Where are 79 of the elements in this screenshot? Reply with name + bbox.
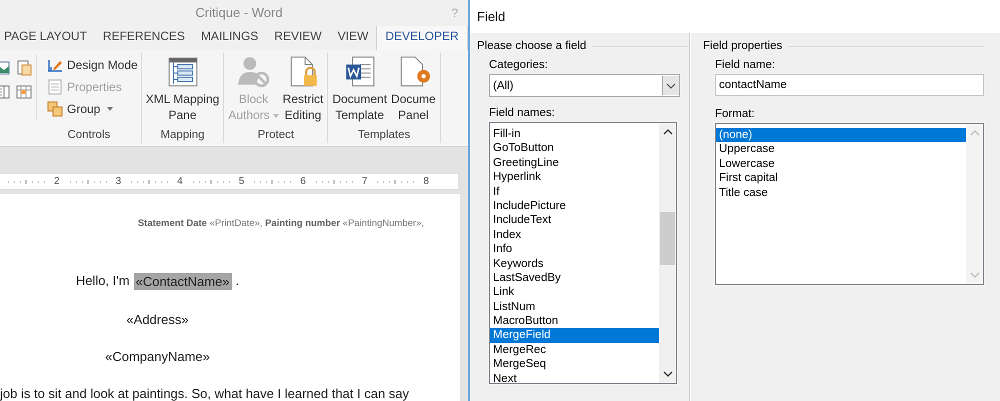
list-item[interactable]: Uppercase bbox=[716, 142, 966, 157]
chevron-down-icon[interactable] bbox=[662, 371, 672, 377]
ribbon-tab[interactable]: REFERENCES bbox=[94, 26, 193, 50]
list-item[interactable]: Link bbox=[490, 285, 659, 300]
list-item[interactable]: IncludeText bbox=[490, 213, 659, 228]
group-label: Controls bbox=[66, 129, 112, 144]
xml-tree-icon bbox=[166, 54, 200, 89]
field-names-list[interactable]: Fill-in GoToButton GreetingLine Hyperlink If IncludePicture IncludeText Index Info Keywords LastSavedBy Link ListNum MacroButton MergeField MergeRec MergeSeq Next bbox=[489, 122, 677, 384]
merge-field[interactable]: «Address» bbox=[126, 312, 189, 327]
group-label: Templates bbox=[356, 129, 412, 144]
ruler-number: 3 bbox=[116, 176, 122, 188]
list-item[interactable]: MergeSeq bbox=[490, 357, 659, 372]
merge-field[interactable]: «CompanyName» bbox=[105, 349, 210, 364]
ribbon-button[interactable]: XML Mapping Pane bbox=[144, 52, 220, 130]
list-item[interactable]: Hyperlink bbox=[490, 170, 659, 185]
group-label: Mapping bbox=[159, 129, 206, 144]
list-item[interactable]: If bbox=[490, 184, 659, 199]
ribbon-button[interactable]: Document Template bbox=[331, 52, 388, 130]
list-item[interactable]: MergeRec bbox=[490, 342, 659, 358]
group-icon bbox=[47, 100, 63, 117]
ruler-number: 6 bbox=[300, 176, 306, 188]
list-item[interactable]: IncludePicture bbox=[490, 198, 659, 214]
window-title: Critique - Word bbox=[195, 5, 283, 20]
group-label: Protect bbox=[256, 129, 296, 144]
field-label: Categories: bbox=[489, 59, 549, 71]
ruler-number: 7 bbox=[362, 176, 368, 188]
scrollbar[interactable] bbox=[659, 123, 676, 383]
body-text: job is to sit and look at paintings. So, what have I learned that I can say bbox=[0, 386, 410, 401]
caret-icon bbox=[272, 114, 279, 118]
format-list[interactable]: (none) Uppercase Lowercase First capital Title case bbox=[715, 123, 984, 285]
chevron-up-icon bbox=[970, 130, 980, 136]
list-item[interactable]: Index bbox=[490, 228, 659, 242]
ribbon-tab[interactable]: PAGE LAYOUT bbox=[0, 26, 95, 50]
list-item[interactable]: Next bbox=[490, 372, 659, 386]
field-label: Field name: bbox=[715, 59, 776, 71]
list-item[interactable]: Info bbox=[490, 242, 659, 257]
list-item[interactable]: LastSavedBy bbox=[490, 270, 659, 286]
categories-dropdown[interactable]: (All) bbox=[489, 74, 680, 97]
caret-icon bbox=[107, 106, 114, 111]
ribbon-button[interactable]: Group bbox=[44, 100, 141, 118]
ribbon-tab[interactable]: MAILINGS bbox=[192, 26, 266, 50]
field-label: Format: bbox=[715, 108, 756, 120]
list-item[interactable]: MergeField bbox=[490, 328, 659, 343]
section-heading: Field properties bbox=[703, 40, 782, 52]
table-control-icon[interactable] bbox=[16, 84, 32, 100]
greeting-text: Hello, I'm bbox=[76, 273, 130, 290]
field-label: Field names: bbox=[489, 107, 556, 119]
list-item[interactable]: First capital bbox=[716, 171, 966, 186]
ribbon-tab[interactable]: REVIEW bbox=[266, 26, 330, 50]
header-text: Statement Date «PrintDate», Painting number «PaintingNumber», bbox=[136, 217, 425, 229]
ribbon-button[interactable]: Restrict Editing bbox=[282, 52, 324, 130]
merge-field[interactable]: «ContactName» bbox=[134, 273, 232, 290]
list-item[interactable]: MacroButton bbox=[490, 314, 659, 328]
ruler-number: 5 bbox=[238, 176, 244, 188]
ruler-number: 2 bbox=[54, 176, 60, 188]
field-name-input[interactable]: contactName bbox=[715, 74, 984, 96]
ribbon-tab[interactable]: VIEW bbox=[330, 26, 376, 50]
list-item[interactable]: ListNum bbox=[490, 300, 659, 314]
list-item[interactable]: Fill-in bbox=[490, 127, 659, 142]
list-item[interactable]: Title case bbox=[716, 186, 966, 200]
list-item[interactable]: (none) bbox=[716, 128, 966, 142]
scroll-thumb[interactable] bbox=[660, 212, 675, 265]
chevron-up-icon[interactable] bbox=[662, 129, 672, 135]
chevron-down-icon bbox=[970, 272, 980, 278]
properties-icon bbox=[47, 78, 63, 95]
list-item[interactable]: GoToButton bbox=[490, 141, 659, 156]
list-item[interactable]: Keywords bbox=[490, 256, 659, 271]
ribbon-button[interactable]: Design Mode bbox=[44, 56, 141, 74]
document-list-icon[interactable] bbox=[16, 60, 32, 76]
ribbon-button[interactable]: Docume Panel bbox=[390, 52, 437, 130]
ruler-number: 8 bbox=[423, 176, 429, 188]
ruler-number: 4 bbox=[177, 176, 183, 188]
section-heading: Please choose a field bbox=[477, 40, 586, 52]
chevron-down-icon bbox=[666, 82, 676, 88]
list-item[interactable]: Lowercase bbox=[716, 156, 966, 172]
period-text: . bbox=[236, 273, 240, 290]
list-item[interactable]: GreetingLine bbox=[490, 156, 659, 170]
ruler[interactable]: 2 3 4 5 6 7 8 bbox=[0, 174, 458, 190]
user-blocked-icon bbox=[236, 54, 270, 89]
